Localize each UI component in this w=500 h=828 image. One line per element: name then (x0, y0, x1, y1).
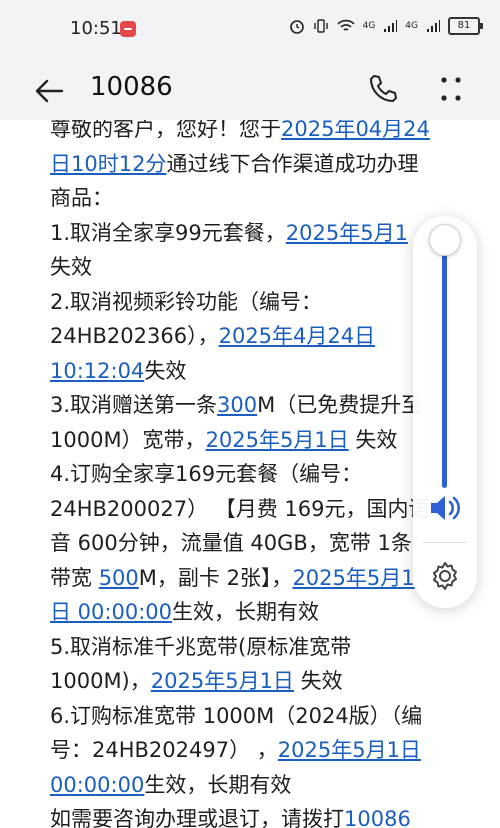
status-bar: 10:51 4G 4G 81 (0, 0, 500, 58)
date-link[interactable]: 2025年4月24日 (219, 324, 376, 348)
message-line: 号：24HB202497） ，2025年5月1日 (50, 738, 421, 762)
message-line: 日 00:00:00生效，长期有效 (50, 600, 319, 624)
message-line: 商品： (50, 186, 113, 210)
phone-icon[interactable] (366, 72, 400, 106)
back-arrow-icon[interactable] (34, 76, 64, 106)
date-link[interactable]: 2025年5月1 (292, 566, 414, 590)
message-line: 如需要咨询办理或退订，请拨打10086 (50, 802, 470, 828)
notification-icon (120, 21, 136, 37)
wifi-icon (337, 19, 355, 31)
message-bubble: 尊敬的客户，您好！您于2025年04月24 日10时12分通过线下合作渠道成功办… (50, 120, 470, 828)
message-line: 10:12:04失效 (50, 358, 187, 383)
date-link[interactable]: 日10时12分 (50, 152, 166, 176)
message-line: 00:00:00生效，长期有效 (50, 772, 292, 797)
time-link[interactable]: 10:12:04 (50, 359, 144, 383)
panel-divider (423, 542, 467, 543)
message-line: 1.取消全家享99元套餐，2025年5月1 (50, 220, 408, 245)
speaker-icon[interactable] (427, 492, 463, 524)
date-link[interactable]: 2025年5月1日 (278, 738, 421, 762)
date-link[interactable]: 2025年5月1 (286, 221, 408, 245)
message-line: 音 600分钟，流量值 40GB，宽带 1条 (50, 531, 412, 555)
network-type-2: 4G (405, 21, 418, 31)
alarm-icon (289, 20, 304, 34)
message-line: 1000M)，2025年5月1日 失效 (50, 669, 343, 693)
status-time: 10:51 (70, 18, 122, 39)
number-link[interactable]: 500 (99, 566, 139, 590)
date-link[interactable]: 日 00:00:00 (50, 600, 172, 624)
message-line: 2.取消视频彩铃功能（编号： (50, 289, 323, 314)
status-icons: 4G 4G 81 (289, 17, 483, 35)
battery-icon: 81 (448, 17, 483, 35)
message-line: 失效 (50, 255, 92, 279)
date-link[interactable]: 2025年04月24 (281, 120, 430, 141)
message-line: 1000M）宽带，2025年5月1日 失效 (50, 427, 398, 452)
network-type-1: 4G (362, 21, 376, 31)
message-line: 带宽 500M，副卡 2张】，2025年5月1 (50, 565, 415, 590)
volume-slider-handle[interactable] (429, 224, 461, 256)
number-link[interactable]: 300 (217, 393, 257, 417)
volume-panel (413, 216, 477, 608)
time-link[interactable]: 00:00:00 (50, 773, 144, 797)
message-line: 5.取消标准千兆宽带(原标准宽带 (50, 634, 352, 659)
message-line: 24HB202366），2025年4月24日 (50, 324, 376, 348)
signal-icon (384, 20, 398, 32)
message-line: 24HB200027） 【月费 169元，国内语 (50, 496, 430, 521)
message-line: 日10时12分通过线下合作渠道成功办理 (50, 151, 419, 176)
more-icon[interactable] (436, 72, 466, 106)
message-line: 尊敬的客户，您好！您于2025年04月24 (50, 120, 470, 147)
vibrate-icon (313, 19, 328, 33)
phone-number-link[interactable]: 10086 (344, 807, 411, 828)
message-line: 4.订购全家享169元套餐（编号： (50, 462, 363, 486)
message-line: 3.取消赠送第一条300M（已免费提升至 (50, 393, 423, 417)
signal-icon-2 (427, 20, 440, 32)
settings-gear-icon[interactable] (429, 560, 461, 592)
message-line: 6.订购标准宽带 1000M（2024版）（编 (50, 703, 423, 728)
date-link[interactable]: 2025年5月1日 (206, 428, 349, 452)
volume-slider[interactable] (442, 244, 447, 488)
date-link[interactable]: 2025年5月1日 (151, 669, 294, 693)
conversation-title: 10086 (90, 72, 173, 102)
conversation-header: 10086 (0, 58, 500, 120)
